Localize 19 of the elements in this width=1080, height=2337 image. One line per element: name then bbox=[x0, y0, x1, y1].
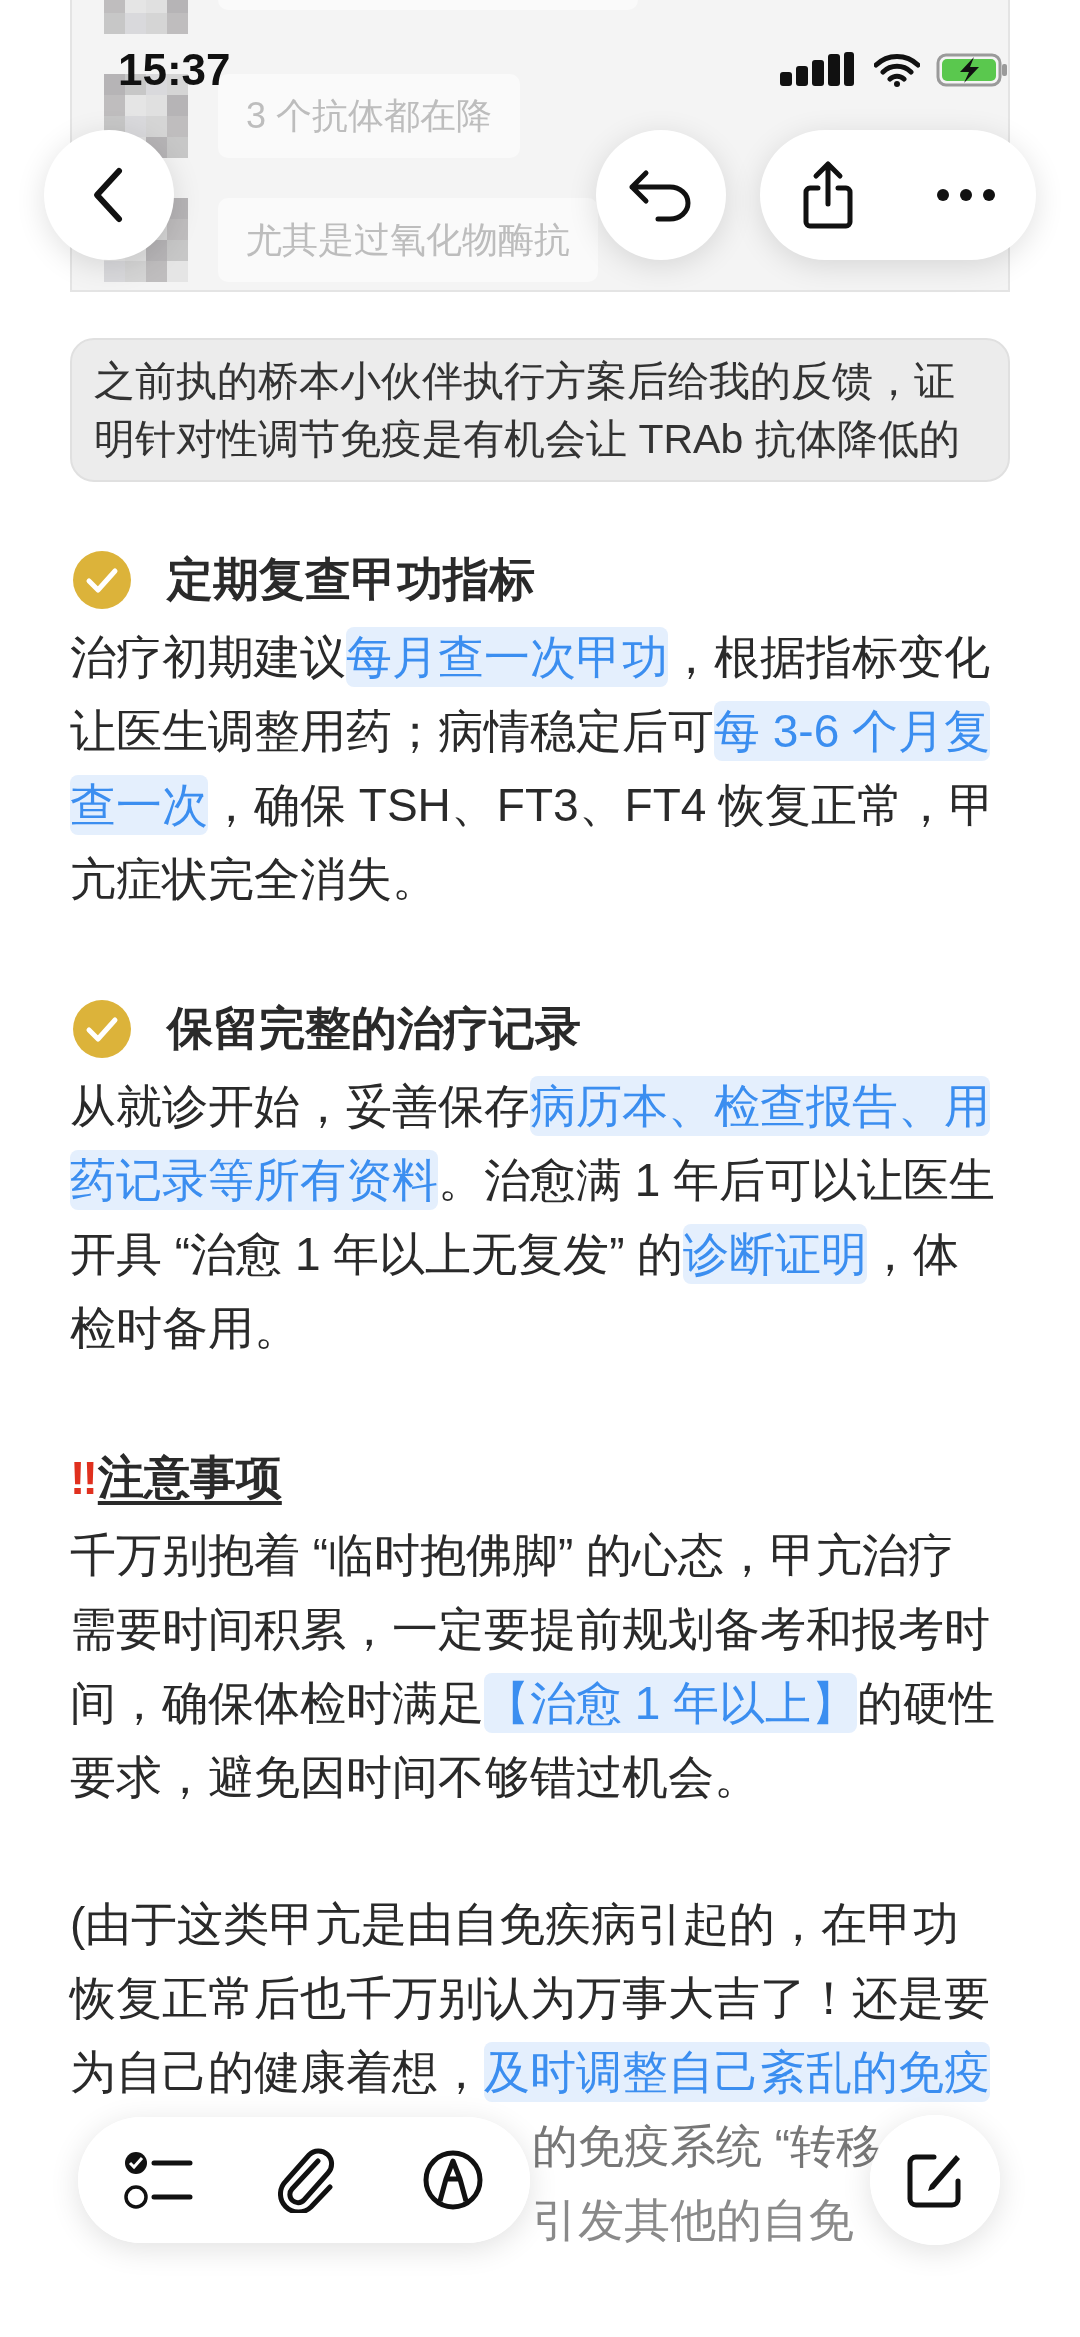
section-heading: 保留完整的治疗记录 bbox=[167, 1001, 581, 1056]
paragraph-line: 引发其他的自免 bbox=[532, 2193, 855, 2248]
paragraph: (由于这类甲亢是由自免疾病引起的，在甲功恢复正常后也千万别认为万事大吉了！还是要为自己的健康着想，及时调整自己紊乱的免疫 bbox=[70, 1887, 996, 2109]
checklist-icon bbox=[124, 2151, 194, 2209]
paragraph: 从就诊开始，妥善保存病历本、检查报告、用药记录等所有资料。治愈满 1 年后可以让医生开具 “治愈 1 年以上无复发” 的诊断证明，体检时备用。 bbox=[70, 1069, 996, 1365]
exclamation-icon: ‼ bbox=[70, 1451, 92, 1505]
paragraph: 治疗初期建议每月查一次甲功，根据指标变化让医生调整用药；病情稳定后可每 3-6 个月复查一次，确保 TSH、FT3、FT4 恢复正常，甲亢症状完全消失。 bbox=[70, 620, 996, 916]
section-heading: 定期复查甲功指标 bbox=[167, 552, 535, 607]
paragraph-line: 的免疫系统 “转移 bbox=[532, 2119, 884, 2174]
checkmark-icon bbox=[73, 1000, 131, 1058]
section-heading: 注意事项 bbox=[97, 1450, 282, 1505]
more-icon bbox=[936, 188, 996, 202]
pen-circle-icon bbox=[422, 2149, 484, 2211]
message-bubble: 尤其是过氧化物酶抗 bbox=[218, 198, 598, 282]
image-caption: 之前执的桥本小伙伴执行方案后给我的反馈，证明针对性调节免疫是有机会让 TRAb 抗体降低的 bbox=[70, 338, 1010, 482]
paragraph: 千万别抱着 “临时抱佛脚” 的心态，甲亢治疗需要时间积累，一定要提前规划备考和报考时间，确保体检时满足【治愈 1 年以上】的硬性要求，避免因时间不够错过机会。 bbox=[70, 1528, 996, 1805]
battery-charging-icon bbox=[936, 53, 1008, 87]
wifi-icon bbox=[874, 53, 920, 87]
checkmark-icon bbox=[73, 551, 131, 609]
